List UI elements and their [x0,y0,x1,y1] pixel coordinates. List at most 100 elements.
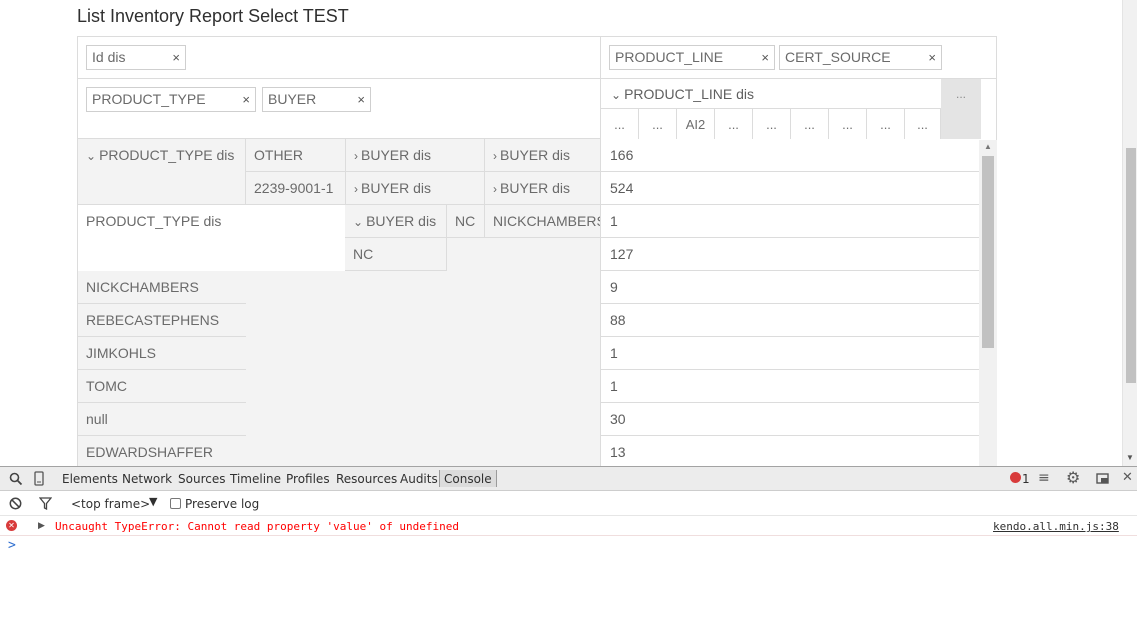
chevron-right-icon[interactable]: › [493,149,497,163]
column-header-more[interactable]: ... [941,79,981,139]
row-header-product-type[interactable]: PRODUCT_TYPE dis [78,205,345,271]
chevron-down-icon[interactable]: ⌄ [611,88,621,102]
row-header-buyer-collapsed[interactable]: › BUYER dis [346,139,485,172]
console-drawer-icon[interactable]: ≡ [1038,470,1050,486]
data-cell: 1 [601,205,979,238]
row-header-label: BUYER dis [361,180,432,196]
console-prompt[interactable]: > [8,538,16,553]
data-cell: 30 [601,403,979,436]
error-message: Uncaught TypeError: Cannot read property… [55,520,459,533]
row-header-other: OTHER [246,139,346,172]
tab-timeline[interactable]: Timeline [230,472,281,486]
page-area: List Inventory Report Select TEST Id dis… [0,0,1137,466]
row-header-buyer-collapsed[interactable]: › BUYER dis [485,139,601,172]
error-badge-icon[interactable] [1010,472,1021,483]
chip-label: Id dis [92,49,126,65]
row-header-label: BUYER dis [366,213,437,229]
measure-chip-id-dis[interactable]: Id dis × [86,45,186,70]
chevron-down-icon[interactable]: ⌄ [86,149,96,163]
devtools-toolbar: Elements Network Sources Timeline Profil… [0,467,1137,491]
clear-console-icon[interactable] [9,497,22,510]
remove-icon[interactable]: × [357,88,365,111]
tab-resources[interactable]: Resources [336,472,397,486]
column-header-cell: ... [791,109,829,139]
expand-arrow-icon[interactable]: ▶ [38,520,45,531]
devtools-panel: Elements Network Sources Timeline Profil… [0,466,1137,622]
row-header-code: 2239-9001-1 [246,172,346,205]
tab-sources[interactable]: Sources [178,472,225,486]
row-header-nickchambers: NICKCHAMBERS [485,205,601,238]
grid-scrollbar[interactable]: ▲ [979,140,997,466]
frame-select[interactable]: <top frame> [71,497,150,511]
chevron-right-icon[interactable]: › [354,182,358,196]
remove-icon[interactable]: × [928,46,936,69]
preserve-log-label: Preserve log [185,497,260,511]
search-icon[interactable] [9,472,23,486]
column-header-product-line[interactable]: ⌄ PRODUCT_LINE dis [601,79,941,109]
chevron-right-icon[interactable]: › [354,149,358,163]
tab-profiles[interactable]: Profiles [286,472,330,486]
chip-label: CERT_SOURCE [785,49,891,65]
remove-icon[interactable]: × [242,88,250,111]
chevron-down-icon[interactable]: ⌄ [353,215,363,229]
scroll-up-icon[interactable]: ▲ [984,142,992,151]
row-header-buyer-collapsed[interactable]: › BUYER dis [485,172,601,205]
error-count[interactable]: 1 [1022,472,1030,486]
chevron-right-icon[interactable]: › [493,182,497,196]
tab-network[interactable]: Network [122,472,172,486]
preserve-log-checkbox[interactable] [170,498,181,509]
column-header-cell: ... [867,109,905,139]
data-cell: 524 [601,172,979,205]
measures-zone: Id dis × [78,37,601,79]
column-header: ⌄ PRODUCT_LINE dis ... ... ... AI2 ... ..… [601,79,981,139]
row-header-label: BUYER dis [500,180,571,196]
error-source-link[interactable]: kendo.all.min.js:38 [993,520,1119,533]
column-header-cell: ... [829,109,867,139]
column-chip-product-line[interactable]: PRODUCT_LINE × [609,45,775,70]
data-cell: 166 [601,139,979,172]
column-header-cell: ... [639,109,677,139]
column-header-cell: ... [715,109,753,139]
row-chip-product-type[interactable]: PRODUCT_TYPE × [86,87,256,112]
scroll-down-icon[interactable]: ▼ [1126,453,1134,462]
tab-console[interactable]: Console [439,470,497,487]
error-icon: ✕ [6,520,17,531]
dock-icon[interactable] [1096,472,1110,485]
device-mode-icon[interactable] [34,471,44,486]
row-header-nc: NC [345,238,447,271]
dropdown-arrow-icon[interactable]: ▼ [149,495,157,508]
row-header-spacer [447,238,601,271]
column-header-cell: ... [753,109,791,139]
grid-scrollbar-thumb[interactable] [982,156,994,348]
remove-icon[interactable]: × [172,46,180,69]
data-cell: 1 [601,337,979,370]
page-scrollbar[interactable]: ▼ [1122,0,1137,466]
remove-icon[interactable]: × [761,46,769,69]
tab-elements[interactable]: Elements [62,472,118,486]
rows-zone: PRODUCT_TYPE × BUYER × [78,79,601,139]
data-cell: 1 [601,370,979,403]
row-header-nc: NC [447,205,485,238]
data-cell: 9 [601,271,979,304]
filter-icon[interactable] [39,497,52,510]
columns-zone: PRODUCT_LINE × CERT_SOURCE × [601,37,997,79]
row-header-buyer-collapsed[interactable]: › BUYER dis [346,172,485,205]
pivot-grid: Id dis × PRODUCT_LINE × CERT_SOURCE × PR… [77,36,997,466]
data-cell: 13 [601,436,979,466]
row-chip-buyer[interactable]: BUYER × [262,87,371,112]
column-header-cell: AI2 [677,109,715,139]
row-header-product-type-expanded[interactable]: ⌄ PRODUCT_TYPE dis [78,139,246,205]
column-header-label: PRODUCT_LINE dis [624,86,754,102]
close-icon[interactable]: ✕ [1122,470,1133,485]
console-filter-bar: <top frame> ▼ Preserve log [0,492,1137,516]
gear-icon[interactable]: ⚙ [1066,468,1080,487]
row-header-buyer-expanded[interactable]: ⌄ BUYER dis [345,205,447,238]
page-title: List Inventory Report Select TEST [77,6,349,26]
column-chip-cert-source[interactable]: CERT_SOURCE × [779,45,942,70]
page-scrollbar-thumb[interactable] [1126,148,1136,383]
console-error-row: ✕ ▶ Uncaught TypeError: Cannot read prop… [0,516,1137,536]
row-header-name: EDWARDSHAFFER [78,436,246,466]
row-header-label: BUYER dis [361,147,432,163]
tab-audits[interactable]: Audits [400,472,438,486]
row-header-name: TOMC [78,370,246,403]
